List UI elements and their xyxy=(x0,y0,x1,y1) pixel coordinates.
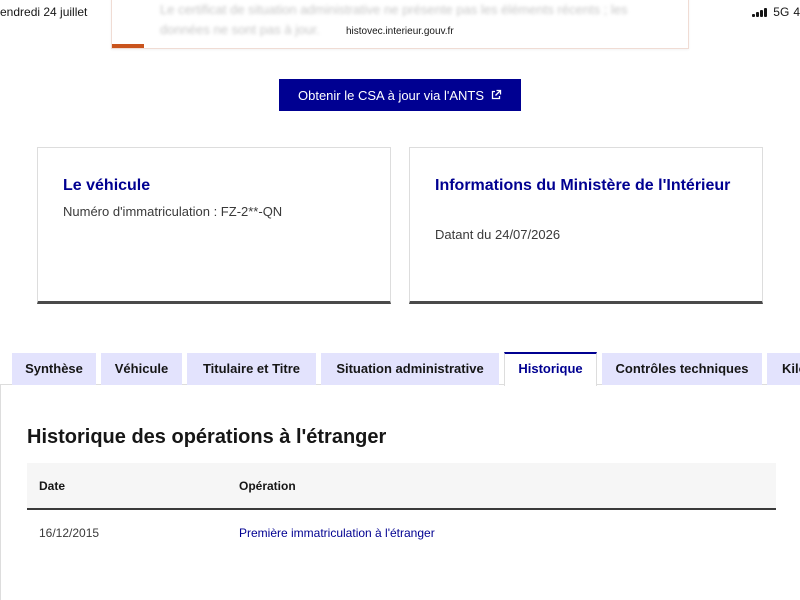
network-type: 5G xyxy=(773,5,790,19)
external-link-icon xyxy=(490,89,502,101)
vehicle-card-title: Le véhicule xyxy=(63,177,151,194)
vehicle-card: Le véhicule Numéro d'immatriculation : F… xyxy=(37,147,391,304)
ministry-info-date: Datant du 24/07/2026 xyxy=(435,227,561,242)
operations-table: Date Opération 16/12/2015 Première immat… xyxy=(27,463,776,556)
tab-synthese[interactable]: Synthèse xyxy=(12,353,96,385)
status-date: endredi 24 juillet xyxy=(0,5,88,19)
tab-historique[interactable]: Historique xyxy=(504,352,597,386)
status-indicators: 5G 4 xyxy=(752,5,800,19)
tab-vehicule[interactable]: Véhicule xyxy=(101,353,182,385)
tab-titulaire-titre[interactable]: Titulaire et Titre xyxy=(187,353,316,385)
table-row: 16/12/2015 Première immatriculation à l'… xyxy=(27,510,776,556)
battery-level: 4 xyxy=(793,5,800,19)
histovec-page: endredi 24 juillet 5G 4 Le certificat de… xyxy=(0,0,800,600)
operation-label: Première immatriculation à l'étranger xyxy=(239,526,435,540)
operation-date: 16/12/2015 xyxy=(39,526,100,540)
ministry-card-title: Informations du Ministère de l'Intérieur xyxy=(435,177,731,194)
section-tabs: Synthèse Véhicule Titulaire et Titre Sit… xyxy=(0,352,800,386)
tab-situation-administrative[interactable]: Situation administrative xyxy=(321,353,499,385)
ministry-card: Informations du Ministère de l'Intérieur… xyxy=(409,147,763,304)
registration-number: Numéro d'immatriculation : FZ-2**-QN xyxy=(63,204,283,219)
history-section-title: Historique des opérations à l'étranger xyxy=(27,426,387,448)
cellular-signal-icon xyxy=(752,7,768,17)
column-header-operation: Opération xyxy=(239,478,296,493)
browser-url[interactable]: histovec.interieur.gouv.fr xyxy=(338,21,462,43)
historique-panel: Historique des opérations à l'étranger D… xyxy=(0,385,800,600)
get-csa-button[interactable]: Obtenir le CSA à jour via l'ANTS xyxy=(279,79,521,111)
tab-kilometrage[interactable]: Kilométrage xyxy=(767,353,800,385)
column-header-date: Date xyxy=(39,478,66,493)
get-csa-label: Obtenir le CSA à jour via l'ANTS xyxy=(298,87,484,103)
tab-controles-techniques[interactable]: Contrôles techniques xyxy=(602,353,762,385)
table-header: Date Opération xyxy=(27,463,776,510)
alert-accent-bar xyxy=(112,44,144,48)
